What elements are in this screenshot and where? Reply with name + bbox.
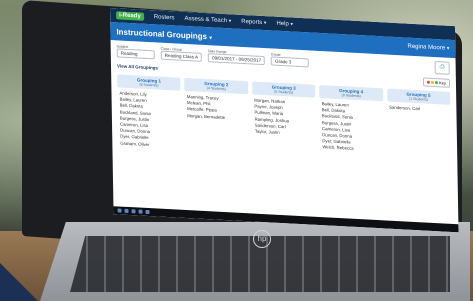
student-list: Anderson, Lily Bailey, Lauren Bell, Dako…	[117, 87, 181, 152]
print-button[interactable]: ⎙	[434, 61, 450, 75]
user-name: Regina Moore	[407, 43, 446, 52]
nav-help-label: Help	[276, 20, 289, 28]
chevron-down-icon: ▾	[290, 21, 294, 28]
student-list: Sanderson, Carl	[387, 102, 451, 118]
print-icon: ⎙	[439, 64, 445, 71]
chevron-down-icon: ▾	[228, 18, 232, 25]
key-button[interactable]: Key	[422, 77, 451, 88]
nav-help[interactable]: Help ▾	[276, 21, 293, 28]
subject-select[interactable]: Reading	[116, 48, 155, 60]
filter-subject: Subject Reading	[116, 44, 155, 60]
student-list: Manning, Tracey Mclean, Phil Metcalfe, P…	[185, 91, 249, 125]
grouping-column-1: Grouping 1 (8 Students) Anderson, Lily B…	[117, 74, 182, 152]
grade-select[interactable]: Grade 3	[271, 56, 310, 68]
grouping-column-3: Grouping 3 (6 Students) Morgan, Nathan P…	[251, 81, 317, 159]
red-dot-icon	[427, 80, 431, 84]
view-all-groupings-link[interactable]: View All Groupings	[117, 63, 158, 70]
app-icon[interactable]	[117, 208, 122, 213]
student-list: Morgan, Nathan Payne, Joseph Pullman, Ma…	[252, 94, 316, 141]
nav-reports-label: Reports	[241, 18, 263, 26]
corner-ribbon	[0, 263, 38, 301]
grouping-column-2: Grouping 2 (4 Students) Manning, Tracey …	[184, 77, 250, 156]
filter-grade: Grade Grade 3	[271, 52, 310, 68]
page-title: Instructional Groupings	[116, 26, 208, 41]
nav-rosters[interactable]: Rosters	[154, 14, 175, 21]
yellow-dot-icon	[431, 80, 435, 85]
green-dot-icon	[435, 81, 439, 85]
app-icon[interactable]	[131, 209, 136, 214]
grouping-column-4: Grouping 4 (8 Students) Bailey, Lauren B…	[319, 84, 384, 163]
chevron-down-icon: ▾	[446, 45, 450, 52]
filter-class: Class / Group Reading Class A	[161, 47, 203, 62]
chevron-down-icon: ▾	[209, 34, 212, 41]
chevron-down-icon: ▾	[263, 20, 267, 27]
user-menu[interactable]: Regina Moore ▾	[407, 44, 449, 52]
laptop-screen: i-Ready Rosters Assess & Teach ▾ Reports…	[110, 8, 459, 233]
grouping-column-5: Grouping 5 (1 Students) Sanderson, Carl	[386, 88, 452, 167]
student-list: Bailey, Lauren Bell, Dakota Buckland, So…	[320, 98, 384, 157]
nav-assess-teach[interactable]: Assess & Teach ▾	[184, 16, 231, 24]
app-icon[interactable]	[124, 208, 129, 214]
nav-assess-teach-label: Assess & Teach	[184, 15, 228, 25]
app-icon[interactable]	[145, 209, 150, 215]
iready-logo[interactable]: i-Ready	[116, 11, 144, 21]
page-title-dropdown[interactable]: Instructional Groupings ▾	[116, 27, 212, 41]
key-label: Key	[439, 80, 446, 86]
student-name[interactable]: Sanderson, Carl	[389, 105, 449, 114]
nav-reports[interactable]: Reports ▾	[241, 19, 266, 26]
app-icon[interactable]	[138, 209, 143, 214]
hp-logo: hp	[253, 230, 271, 248]
